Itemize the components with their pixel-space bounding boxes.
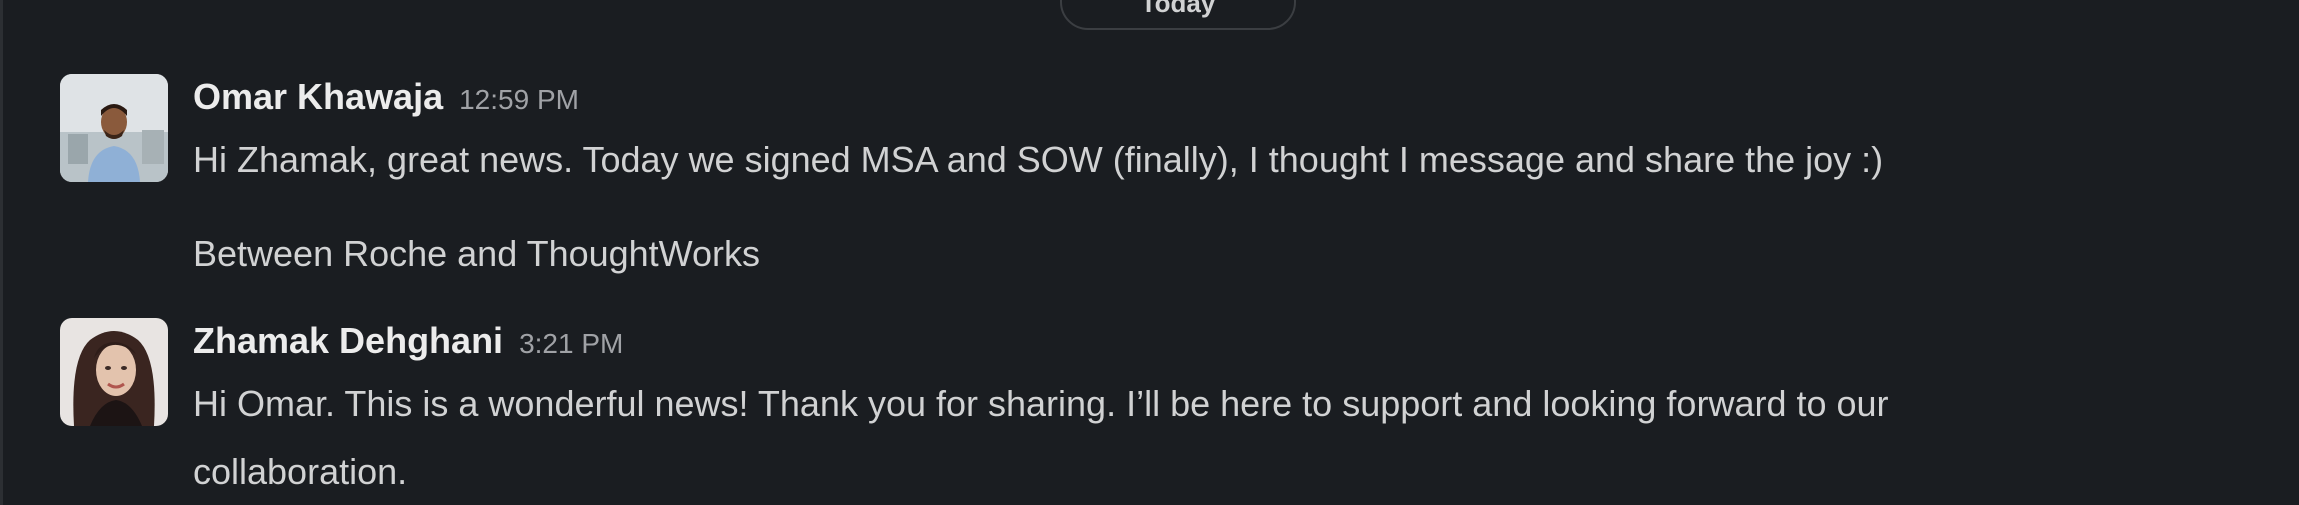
message-header: Omar Khawaja 12:59 PM (193, 76, 579, 118)
sender-name[interactable]: Zhamak Dehghani (193, 320, 503, 361)
sender-name[interactable]: Omar Khawaja (193, 76, 443, 117)
message-text: collaboration. (193, 451, 408, 492)
message-text: Hi Omar. This is a wonderful news! Thank… (193, 383, 1889, 424)
channel-left-edge (0, 0, 3, 505)
message-text: Hi Zhamak, great news. Today we signed M… (193, 139, 1884, 180)
day-divider[interactable]: Today (1060, 0, 1296, 30)
avatar-photo-zhamak (60, 318, 168, 426)
avatar[interactable] (60, 318, 168, 426)
timestamp[interactable]: 12:59 PM (459, 84, 579, 115)
avatar[interactable] (60, 74, 168, 182)
avatar-photo-omar (60, 74, 168, 182)
message-text: Between Roche and ThoughtWorks (193, 233, 761, 274)
message-header: Zhamak Dehghani 3:21 PM (193, 320, 623, 362)
timestamp[interactable]: 3:21 PM (519, 328, 623, 359)
